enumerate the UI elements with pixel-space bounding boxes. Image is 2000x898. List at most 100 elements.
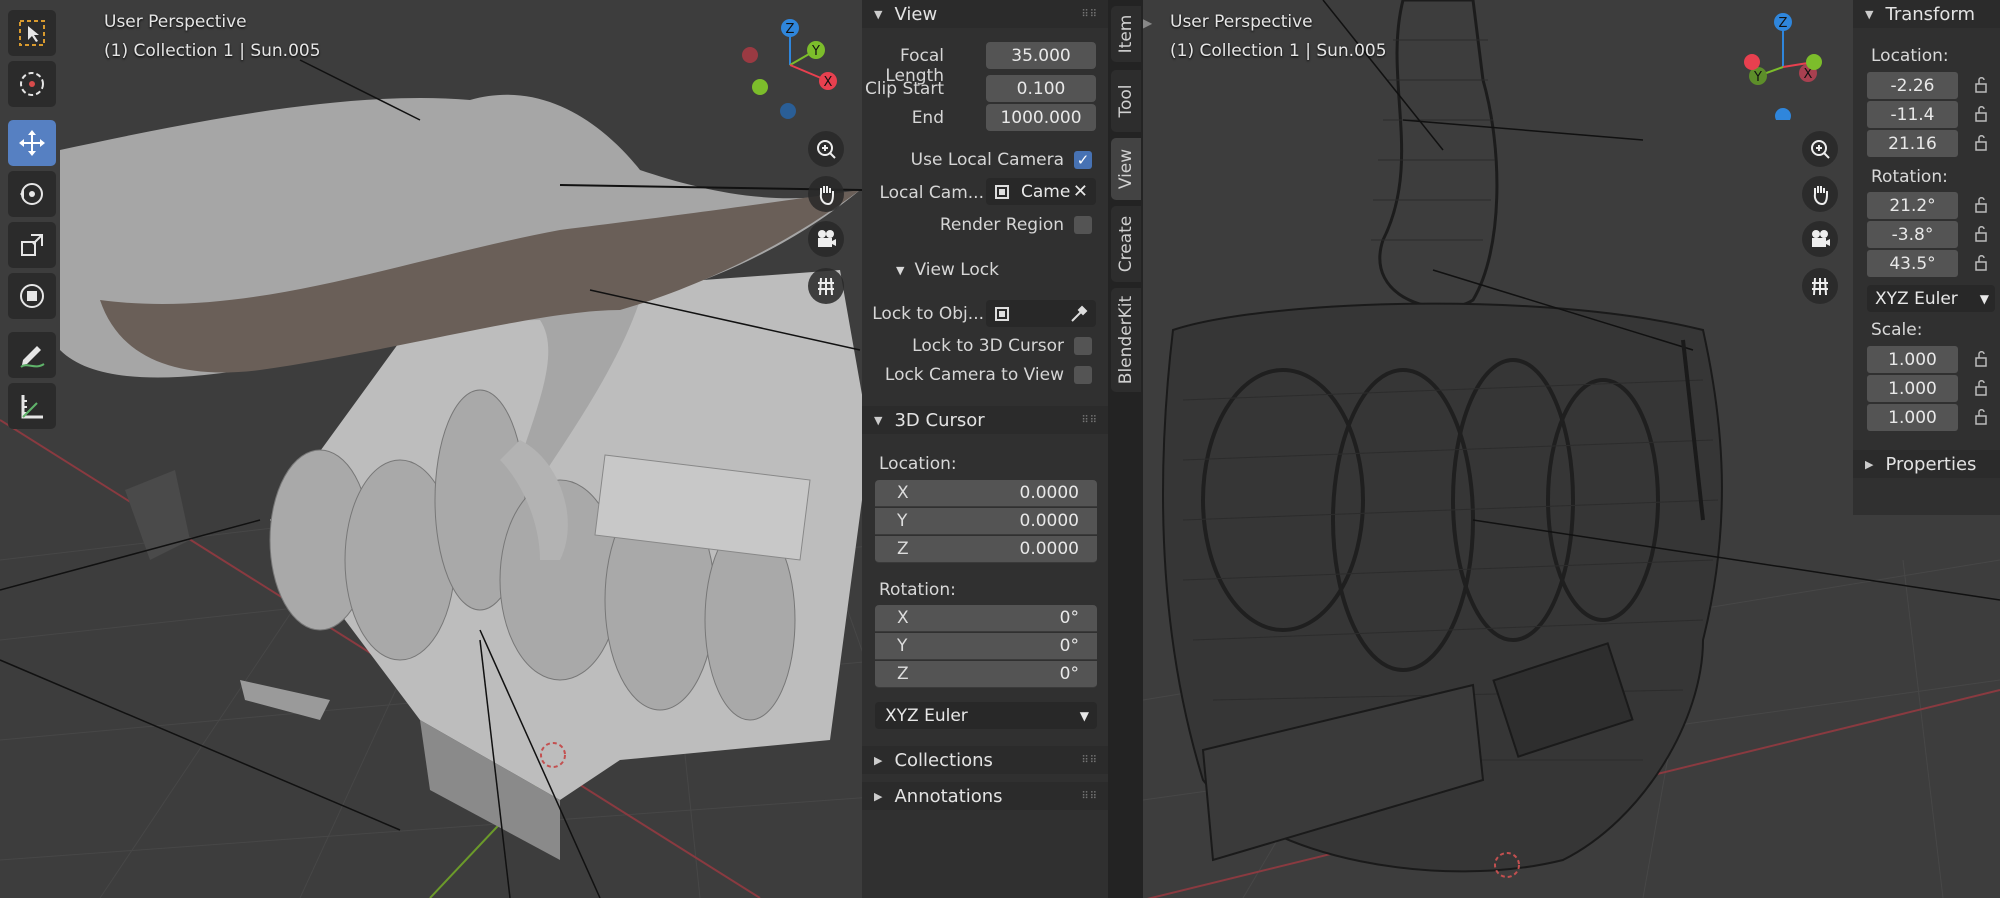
sidebar-collapse-arrow-icon[interactable]: ▶ [1143, 16, 1155, 30]
location-x-field[interactable]: -2.26 [1867, 72, 1958, 99]
gizmo-z-label: Z [1779, 16, 1788, 31]
eyedropper-icon[interactable] [1068, 303, 1090, 325]
view-lock-subpanel-header[interactable]: ▼ View Lock [896, 260, 999, 280]
lock-icon[interactable] [1974, 350, 1992, 368]
lock-icon[interactable] [1974, 76, 1992, 94]
lock-to-cursor-label: Lock to 3D Cursor [912, 336, 1064, 356]
zoom-button[interactable] [808, 131, 844, 167]
tab-blenderkit[interactable]: BlenderKit [1111, 288, 1141, 392]
location-y-field[interactable]: -11.4 [1867, 101, 1958, 128]
ortho-toggle-button[interactable] [1802, 268, 1838, 304]
lock-camera-checkbox[interactable] [1074, 366, 1092, 384]
cursor-rotation-z[interactable]: Z 0° [875, 661, 1097, 688]
drag-grip-icon[interactable]: ⠿⠿ [1081, 791, 1098, 802]
zoom-icon [1811, 140, 1830, 159]
clip-start-field[interactable]: 0.100 [986, 75, 1096, 102]
local-camera-field[interactable]: Came ✕ [986, 178, 1096, 205]
lock-icon[interactable] [1974, 379, 1992, 397]
collections-panel-header[interactable]: ▶ Collections ⠿⠿ [862, 746, 1108, 774]
select-box-tool[interactable] [8, 10, 56, 56]
view-panel-header[interactable]: ▼ View ⠿⠿ [862, 0, 1108, 28]
properties-title: Properties [1885, 453, 1977, 475]
measure-icon [21, 395, 43, 419]
perspective-label: User Perspective [1170, 12, 1313, 32]
cursor-panel-header[interactable]: ▼ 3D Cursor ⠿⠿ [862, 406, 1108, 434]
chevron-down-icon: ▼ [1079, 708, 1089, 723]
rotate-icon [20, 183, 43, 205]
cursor-tool[interactable] [8, 61, 56, 107]
annotate-tool[interactable] [8, 332, 56, 378]
lock-icon[interactable] [1974, 134, 1992, 152]
cursor-location-z[interactable]: Z 0.0000 [875, 536, 1097, 563]
navigation-gizmo[interactable]: Z X Y [1723, 10, 1843, 120]
rotate-tool[interactable] [8, 171, 56, 217]
pan-button[interactable] [1802, 176, 1838, 212]
clear-icon[interactable]: ✕ [1073, 181, 1088, 202]
zoom-button[interactable] [1802, 131, 1838, 167]
scale-y-field[interactable]: 1.000 [1867, 375, 1958, 402]
left-3d-viewport[interactable]: User Perspective (1) Collection 1 | Sun.… [0, 0, 1108, 898]
location-z-field[interactable]: 21.16 [1867, 130, 1958, 157]
camera-icon [1812, 230, 1830, 247]
annotations-panel-header[interactable]: ▶ Annotations ⠿⠿ [862, 782, 1108, 810]
tab-item[interactable]: Item [1111, 6, 1141, 62]
drag-grip-icon[interactable]: ⠿⠿ [1081, 9, 1098, 20]
sidebar-transform-panel: ▼ Transform Location: -2.26 -11.4 21.16 … [1853, 0, 2000, 515]
use-local-camera-checkbox[interactable]: ✓ [1074, 151, 1092, 169]
lock-to-object-field[interactable] [986, 300, 1096, 327]
transform-tool[interactable] [8, 273, 56, 319]
scale-icon [21, 234, 43, 256]
scale-z-field[interactable]: 1.000 [1867, 404, 1958, 431]
tab-create[interactable]: Create [1111, 206, 1141, 282]
measure-tool[interactable] [8, 383, 56, 429]
rotation-y-field[interactable]: -3.8° [1867, 221, 1958, 248]
rotation-x-field[interactable]: 21.2° [1867, 192, 1958, 219]
ortho-toggle-button[interactable] [808, 268, 844, 304]
render-region-checkbox[interactable] [1074, 216, 1092, 234]
drag-grip-icon[interactable]: ⠿⠿ [1081, 755, 1098, 766]
lock-to-cursor-checkbox[interactable] [1074, 337, 1092, 355]
location-label: Location: [1871, 46, 1949, 66]
camera-view-button[interactable] [1802, 221, 1838, 257]
rotation-mode-value: XYZ Euler [1875, 288, 1958, 309]
drag-grip-icon[interactable]: ⠿⠿ [1081, 415, 1098, 426]
properties-panel-header[interactable]: ▶ Properties [1853, 450, 2000, 478]
navigation-gizmo[interactable]: Z Y X [730, 10, 850, 120]
annotate-icon [20, 346, 45, 368]
transform-panel-header[interactable]: ▼ Transform [1853, 0, 2000, 28]
cursor-location-y[interactable]: Y 0.0000 [875, 508, 1097, 535]
scale-x-field[interactable]: 1.000 [1867, 346, 1958, 373]
rotation-z-field[interactable]: 43.5° [1867, 250, 1958, 277]
gizmo-z-label: Z [786, 22, 795, 37]
gizmo-y-label: Y [1753, 70, 1762, 85]
lock-icon[interactable] [1974, 105, 1992, 123]
lock-icon[interactable] [1974, 225, 1992, 243]
cursor-rotation-x[interactable]: X 0° [875, 605, 1097, 632]
gizmo-y-label: Y [811, 44, 820, 59]
camera-object-icon [995, 184, 1009, 199]
view-lock-title: View Lock [914, 260, 999, 280]
cursor-rotation-mode-dropdown[interactable]: XYZ Euler ▼ [875, 702, 1097, 729]
grid-icon [1812, 277, 1828, 296]
collections-title: Collections [894, 749, 993, 771]
focal-length-field[interactable]: 35.000 [986, 42, 1096, 69]
render-region-label: Render Region [939, 215, 1064, 235]
lock-camera-label: Lock Camera to View [884, 365, 1064, 385]
rotation-mode-dropdown[interactable]: XYZ Euler ▼ [1867, 285, 1995, 312]
viewport-info: User Perspective (1) Collection 1 | Sun.… [1170, 8, 1387, 66]
cursor-rotation-y[interactable]: Y 0° [875, 633, 1097, 660]
cursor-location-x[interactable]: X 0.0000 [875, 480, 1097, 507]
lock-icon[interactable] [1974, 408, 1992, 426]
pan-button[interactable] [808, 176, 844, 212]
zoom-icon [817, 140, 836, 159]
lock-icon[interactable] [1974, 196, 1992, 214]
move-tool[interactable] [8, 120, 56, 166]
scale-tool[interactable] [8, 222, 56, 268]
clip-end-field[interactable]: 1000.000 [986, 104, 1096, 131]
tab-tool[interactable]: Tool [1111, 70, 1141, 132]
lock-icon[interactable] [1974, 254, 1992, 272]
tab-view[interactable]: View [1111, 138, 1141, 200]
camera-view-button[interactable] [808, 221, 844, 257]
tool-shelf [8, 10, 62, 434]
chevron-down-icon: ▼ [874, 7, 883, 21]
